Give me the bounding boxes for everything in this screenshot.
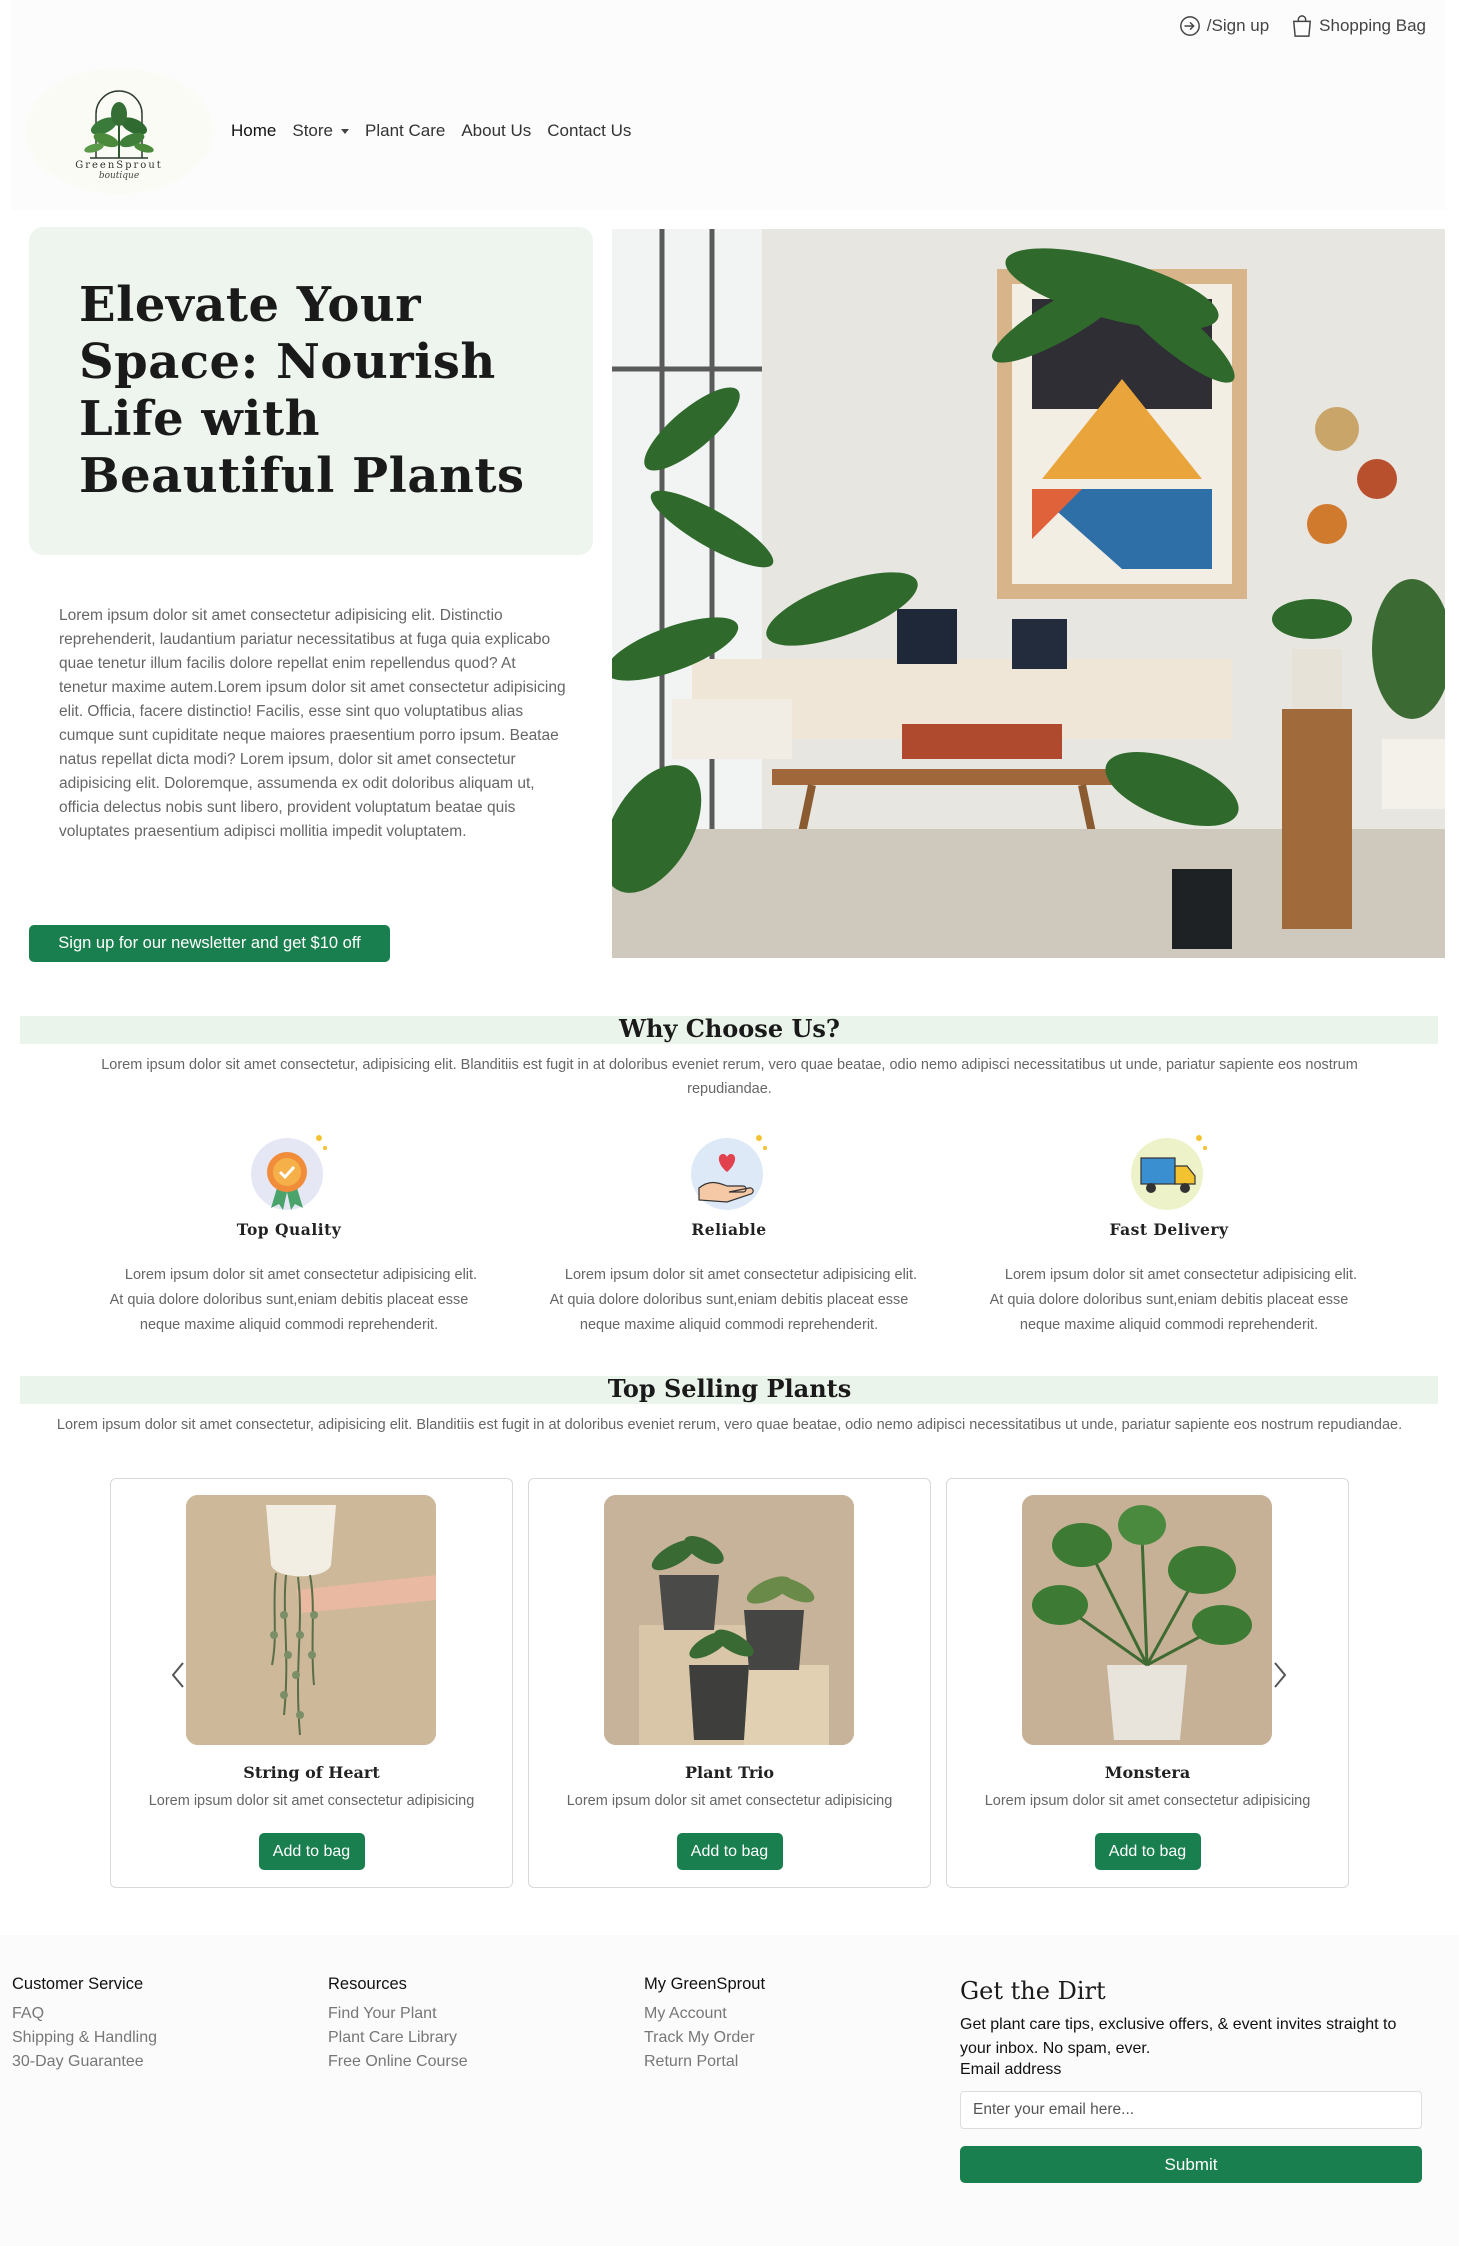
- nav-plant-care-label: Plant Care: [365, 121, 446, 140]
- submit-button[interactable]: Submit: [960, 2146, 1422, 2183]
- footer-link-guarantee[interactable]: 30-Day Guarantee: [12, 2050, 157, 2074]
- heart-hand-icon: [687, 1130, 771, 1214]
- nav-about-us[interactable]: About Us: [461, 121, 531, 141]
- footer-column-title: Resources: [328, 1975, 407, 1993]
- product-name: String of Heart: [243, 1763, 380, 1782]
- hero-text: Lorem ipsum dolor sit amet consectetur a…: [59, 607, 566, 840]
- feature-text: Lorem ipsum dolor sit amet consectetur a…: [549, 1267, 918, 1333]
- feature-text: Lorem ipsum dolor sit amet consectetur a…: [109, 1267, 478, 1333]
- newsletter-title: Get the Dirt: [960, 1977, 1106, 2005]
- footer-customer-service: Customer Service FAQ Shipping & Handling…: [12, 1975, 157, 2074]
- logo-subtitle: boutique: [98, 170, 140, 181]
- footer-newsletter: Get the Dirt Get plant care tips, exclus…: [960, 1977, 1430, 2079]
- email-input[interactable]: [960, 2091, 1422, 2129]
- site-header: /Sign up Shopping Bag GreenSprout boutiq…: [11, 0, 1446, 210]
- login-icon: [1179, 16, 1200, 36]
- nav-home-label: Home: [231, 121, 277, 140]
- footer-column-title: My GreenSprout: [644, 1975, 766, 1993]
- add-to-bag-button[interactable]: Add to bag: [676, 1833, 783, 1870]
- footer-link-online-course[interactable]: Free Online Course: [328, 2050, 468, 2074]
- product-card-plant-trio: Plant Trio Lorem ipsum dolor sit amet co…: [528, 1478, 931, 1888]
- footer-link-return-portal[interactable]: Return Portal: [644, 2050, 765, 2074]
- feature-top-quality: Top Quality Lorem ipsum dolor sit amet c…: [89, 1130, 489, 1338]
- logo-plant-icon: [84, 89, 154, 159]
- signup-link[interactable]: /Sign up: [1179, 15, 1269, 37]
- footer-resources: Resources Find Your Plant Plant Care Lib…: [328, 1975, 468, 2074]
- nav-about-label: About Us: [461, 121, 532, 140]
- product-name: Monstera: [1104, 1763, 1191, 1782]
- product-name: Plant Trio: [685, 1763, 774, 1782]
- product-image: [604, 1495, 854, 1745]
- nav-store[interactable]: Store: [292, 121, 349, 141]
- top-selling-title: Top Selling Plants: [607, 1374, 852, 1403]
- footer-link-shipping[interactable]: Shipping & Handling: [12, 2026, 157, 2050]
- product-image: [186, 1495, 436, 1745]
- shopping-bag-link[interactable]: Shopping Bag: [1291, 14, 1426, 38]
- footer-link-care-library[interactable]: Plant Care Library: [328, 2026, 468, 2050]
- nav-contact-us[interactable]: Contact Us: [547, 121, 631, 141]
- logo-name: GreenSprout: [75, 159, 163, 171]
- newsletter-text: Get plant care tips, exclusive offers, &…: [960, 2016, 1397, 2057]
- add-to-bag-button[interactable]: Add to bag: [1094, 1833, 1201, 1870]
- email-label: Email address: [960, 2061, 1062, 2078]
- caret-down-icon: [341, 128, 349, 134]
- footer-link-faq[interactable]: FAQ: [12, 2002, 157, 2026]
- hero-image: [612, 229, 1445, 958]
- product-description: Lorem ipsum dolor sit amet consectetur a…: [984, 1793, 1311, 1809]
- delivery-truck-icon: [1127, 1130, 1211, 1214]
- hero-title-box: Elevate Your Space: Nourish Life with Be…: [29, 227, 593, 555]
- product-description: Lorem ipsum dolor sit amet consectetur a…: [148, 1793, 475, 1809]
- nav-contact-label: Contact Us: [547, 121, 632, 140]
- signup-label: /Sign up: [1206, 16, 1270, 35]
- site-logo[interactable]: GreenSprout boutique: [25, 68, 213, 194]
- why-description: Lorem ipsum dolor sit amet consectetur, …: [101, 1057, 1358, 1097]
- feature-title: Reliable: [691, 1220, 767, 1239]
- why-title: Why Choose Us?: [619, 1014, 840, 1043]
- footer-link-track-order[interactable]: Track My Order: [644, 2026, 765, 2050]
- product-image: [1022, 1495, 1272, 1745]
- shopping-bag-label: Shopping Bag: [1319, 16, 1426, 35]
- feature-title: Fast Delivery: [1109, 1220, 1229, 1239]
- footer-column-title: Customer Service: [12, 1975, 144, 1993]
- top-selling-description: Lorem ipsum dolor sit amet consectetur, …: [56, 1417, 1403, 1433]
- top-bar: /Sign up Shopping Bag: [1179, 14, 1426, 38]
- nav-store-label: Store: [292, 121, 333, 140]
- footer-link-account[interactable]: My Account: [644, 2002, 765, 2026]
- footer-link-find-plant[interactable]: Find Your Plant: [328, 2002, 468, 2026]
- feature-text: Lorem ipsum dolor sit amet consectetur a…: [989, 1267, 1358, 1333]
- shopping-bag-icon: [1293, 15, 1312, 37]
- quality-badge-icon: [247, 1130, 331, 1214]
- newsletter-signup-button[interactable]: Sign up for our newsletter and get $10 o…: [29, 925, 390, 962]
- carousel-next-icon[interactable]: [1270, 1660, 1290, 1690]
- nav-home[interactable]: Home: [231, 121, 276, 141]
- hero-title: Elevate Your Space: Nourish Life with Be…: [79, 277, 525, 504]
- feature-reliable: Reliable Lorem ipsum dolor sit amet cons…: [529, 1130, 929, 1338]
- feature-title: Top Quality: [236, 1220, 342, 1239]
- living-room-plants-image: [612, 229, 1445, 958]
- feature-fast-delivery: Fast Delivery Lorem ipsum dolor sit amet…: [969, 1130, 1369, 1338]
- main-nav: Home Store Plant Care About Us Contact U…: [231, 121, 631, 141]
- nav-plant-care[interactable]: Plant Care: [365, 121, 445, 141]
- product-description: Lorem ipsum dolor sit amet consectetur a…: [566, 1793, 893, 1809]
- add-to-bag-button[interactable]: Add to bag: [258, 1833, 365, 1870]
- carousel-prev-icon[interactable]: [168, 1660, 188, 1690]
- footer-my-greensprout: My GreenSprout My Account Track My Order…: [644, 1975, 765, 2074]
